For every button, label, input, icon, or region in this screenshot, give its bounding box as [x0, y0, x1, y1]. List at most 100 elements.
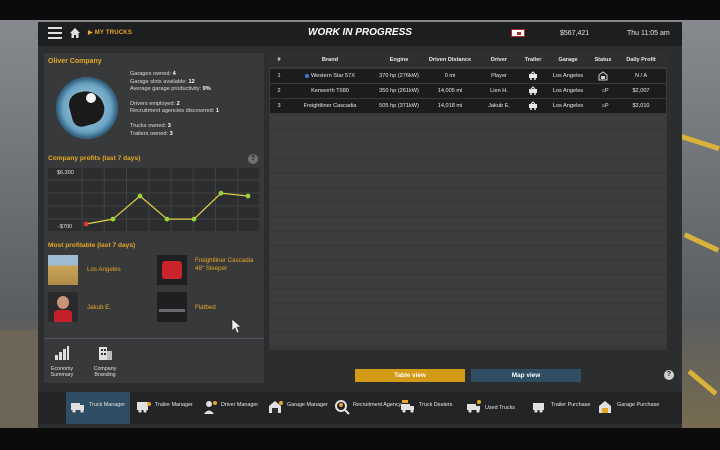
- map-view-button[interactable]: Map view: [471, 369, 581, 382]
- col-daily-profit[interactable]: Daily Profit: [619, 57, 663, 63]
- empty-table-row: [270, 217, 666, 230]
- chart-data-point: [83, 221, 89, 227]
- empty-table-row: [270, 261, 666, 273]
- col-trailer[interactable]: Trailer: [518, 57, 548, 63]
- building-icon: [99, 347, 112, 360]
- col-brand[interactable]: Brand: [300, 57, 360, 63]
- nav-garage-purchase[interactable]: Garage Purchase: [594, 392, 659, 424]
- empty-table-row: [270, 130, 666, 143]
- nav-recruitment-agency[interactable]: Recruitment Agency: [330, 392, 401, 424]
- menu-icon[interactable]: [48, 27, 62, 39]
- empty-table-row: [270, 116, 666, 128]
- stat-trucks-owned: Trucks owned: 3: [130, 122, 171, 129]
- col-driver[interactable]: Driver: [484, 57, 514, 63]
- chart-data-point: [164, 216, 170, 222]
- empty-table-row: [270, 174, 666, 186]
- col-driven-distance[interactable]: Driven Distance: [420, 57, 480, 63]
- most-profitable-truck: Freightliner Cascadia 48" Sleeper: [195, 257, 254, 272]
- table-view-button[interactable]: Table view: [355, 369, 465, 382]
- truck-dealers-icon: [401, 400, 414, 413]
- cell-garage: Los Angeles: [552, 88, 584, 94]
- stat-garages-owned: Garages owned: 4: [130, 71, 176, 77]
- col-status[interactable]: Status: [589, 57, 617, 63]
- truck-manager-icon: [71, 403, 84, 413]
- stat-garage-productivity: Average garage productivity: 9%: [130, 86, 211, 93]
- col-number[interactable]: #: [273, 57, 285, 63]
- empty-table-row: [270, 319, 666, 331]
- most-profitable-trailer: Flatbed: [195, 304, 216, 311]
- cell-status: ⌂P: [601, 103, 609, 109]
- empty-table-row: [270, 246, 666, 259]
- empty-table-row: [270, 333, 666, 346]
- breadcrumb[interactable]: ▶ MY TRUCKS: [88, 29, 132, 36]
- company-stats: Garages owned: 4 Garage slots available:…: [130, 71, 219, 138]
- chart-data-point: [218, 190, 224, 196]
- stat-trailers-owned: Trailers owned: 3: [130, 130, 173, 137]
- profits-help-icon[interactable]: ?: [248, 154, 258, 164]
- empty-table-row: [270, 232, 666, 244]
- nav-truck-dealers[interactable]: Truck Dealers: [396, 392, 460, 424]
- garage-purchase-icon: [599, 401, 611, 413]
- view-help-icon[interactable]: ?: [664, 370, 674, 380]
- cell-daily-profit: N / A: [634, 73, 648, 79]
- nav-truck-manager[interactable]: Truck Manager: [66, 392, 130, 424]
- stat-garage-slots: Garage slots available: 12: [130, 78, 195, 85]
- garage-manager-icon: [269, 401, 283, 413]
- nav-trailer-purchase[interactable]: Trailer Purchase: [528, 392, 592, 424]
- cell-engine: 370 hp (276kW): [379, 73, 419, 79]
- nav-used-trucks[interactable]: Used Trucks: [462, 392, 526, 424]
- cell-driver: Player: [491, 73, 507, 79]
- driver-manager-icon: [204, 401, 217, 414]
- page-title: WORK IN PROGRESS: [308, 27, 412, 38]
- breadcrumb-label: MY TRUCKS: [94, 30, 133, 36]
- col-garage[interactable]: Garage: [550, 57, 586, 63]
- state-flag-icon: [511, 29, 525, 37]
- chart-data-point: [245, 193, 251, 199]
- nav-driver-manager[interactable]: Driver Manager: [198, 392, 262, 424]
- trailer-image: [157, 292, 187, 322]
- chart-line-segment: [85, 218, 114, 225]
- company-name: Oliver Company: [48, 58, 102, 65]
- empty-table-row: [270, 304, 666, 317]
- letterbox-bottom: [0, 428, 720, 450]
- cell-engine: 350 hp (261kW): [379, 88, 419, 94]
- used-trucks-icon: [467, 400, 481, 413]
- garage-status-icon: [598, 71, 608, 81]
- most-profitable-title: Most profitable (last 7 days): [48, 242, 136, 249]
- company-branding-button[interactable]: Company Branding: [88, 345, 122, 379]
- nav-label: Garage Purchase: [617, 402, 660, 408]
- economy-summary-label: Economy Summary: [50, 365, 74, 379]
- game-clock: Thu 11:05 am: [627, 30, 670, 37]
- home-icon[interactable]: [69, 27, 81, 39]
- cell-garage: Los Angeles: [552, 73, 584, 79]
- cell-status: ⌂P: [601, 88, 609, 94]
- empty-table-row: [270, 159, 666, 172]
- profits-chart: [48, 167, 260, 232]
- cell-brand: Freightliner Cascadia: [303, 103, 357, 109]
- chart-line-segment: [139, 195, 168, 220]
- breadcrumb-separator-icon: ▶: [88, 30, 95, 36]
- bar-chart-icon: [55, 346, 69, 360]
- nav-trailer-manager[interactable]: Trailer Manager: [132, 392, 196, 424]
- panel-divider: [44, 338, 264, 339]
- cell-driver: Lien H.: [490, 88, 508, 94]
- y-tick-min: -$700: [58, 224, 73, 230]
- col-engine[interactable]: Engine: [371, 57, 427, 63]
- truck-image: [157, 255, 187, 285]
- profits-title: Company profits (last 7 days): [48, 155, 141, 162]
- cell-distance: 14,005 mi: [437, 88, 463, 94]
- driver-portrait: [48, 292, 78, 322]
- cell-number: 2: [277, 88, 281, 94]
- trailer-icon: [529, 86, 537, 95]
- most-profitable-driver: Jakub E.: [87, 304, 112, 311]
- cell-number: 3: [277, 103, 281, 109]
- profits-chart-svg: [48, 167, 260, 232]
- economy-summary-button[interactable]: Economy Summary: [45, 345, 79, 379]
- chart-data-point: [191, 216, 197, 222]
- letterbox-top: [0, 0, 720, 20]
- empty-table-row: [270, 145, 666, 157]
- cell-engine: 505 hp (371kW): [379, 103, 419, 109]
- nav-garage-manager[interactable]: Garage Manager: [264, 392, 328, 424]
- chart-data-point: [110, 216, 116, 222]
- y-tick-max: $6,300: [57, 170, 74, 176]
